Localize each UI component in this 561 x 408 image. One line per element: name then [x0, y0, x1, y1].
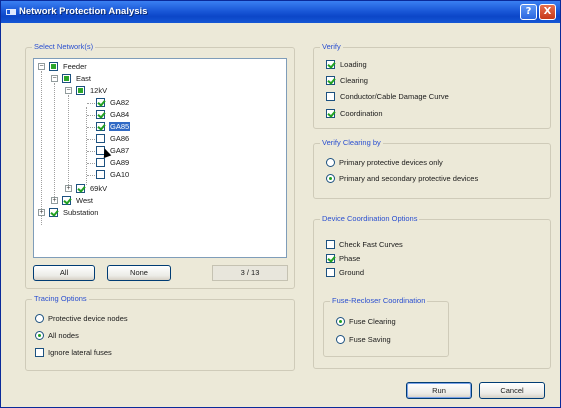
all-nodes-label: All nodes	[48, 331, 79, 340]
expand-icon[interactable]: +	[38, 209, 45, 216]
ga84-checkbox[interactable]	[96, 110, 105, 119]
help-button[interactable]: ?	[520, 4, 537, 20]
tree-leaf-ga87[interactable]: GA87	[34, 145, 134, 156]
tree-node-69kv[interactable]: + 69kV	[34, 183, 124, 194]
ga89-label: GA89	[110, 158, 130, 167]
fuse-recloser-legend: Fuse-Recloser Coordination	[330, 296, 428, 305]
ground-label: Ground	[339, 268, 365, 277]
check-fast-label: Check Fast Curves	[339, 240, 403, 249]
phase-checkbox[interactable]	[326, 254, 335, 263]
tree-leaf-ga82[interactable]: GA82	[34, 97, 134, 108]
fuse-recloser-group: Fuse-Recloser Coordination	[323, 296, 449, 357]
verify-clearing-group: Verify Clearing by	[313, 138, 551, 199]
ga10-checkbox[interactable]	[96, 170, 105, 179]
fuse-clearing-label: Fuse Clearing	[349, 317, 396, 326]
ga85-label: GA85	[109, 122, 131, 131]
ga86-label: GA86	[110, 134, 130, 143]
east-checkbox[interactable]	[62, 74, 71, 83]
ga82-checkbox[interactable]	[96, 98, 105, 107]
east-label: East	[76, 74, 92, 83]
clearing-label: Clearing	[340, 76, 368, 85]
network-tree[interactable]: − Feeder − East − 12kV GA82 GA84 GA85 GA…	[33, 58, 287, 258]
tree-node-substation[interactable]: + Substation	[34, 207, 124, 218]
ignore-lateral-checkbox[interactable]	[35, 348, 44, 357]
tree-node-feeder[interactable]: − Feeder	[34, 61, 114, 72]
all-button[interactable]: All	[33, 265, 95, 281]
tree-leaf-ga89[interactable]: GA89	[34, 157, 134, 168]
ga85-checkbox[interactable]	[96, 122, 105, 131]
expand-icon[interactable]: +	[51, 197, 58, 204]
coordination-label: Coordination	[340, 109, 383, 118]
ground-checkbox[interactable]	[326, 268, 335, 277]
phase-label: Phase	[339, 254, 361, 263]
kv69-checkbox[interactable]	[76, 184, 85, 193]
west-checkbox[interactable]	[62, 196, 71, 205]
collapse-icon[interactable]: −	[38, 63, 45, 70]
expand-icon[interactable]: +	[65, 185, 72, 192]
west-label: West	[76, 196, 93, 205]
ga10-label: GA10	[110, 170, 130, 179]
tree-node-east[interactable]: − East	[34, 73, 114, 84]
ga84-label: GA84	[110, 110, 130, 119]
ga86-checkbox[interactable]	[96, 134, 105, 143]
run-button[interactable]: Run	[406, 382, 472, 399]
all-nodes-radio[interactable]	[35, 331, 44, 340]
ga89-checkbox[interactable]	[96, 158, 105, 167]
coordination-checkbox[interactable]	[326, 109, 335, 118]
feeder-label: Feeder	[63, 62, 87, 71]
ga82-label: GA82	[110, 98, 130, 107]
verify-clearing-legend: Verify Clearing by	[320, 138, 383, 147]
protective-nodes-label: Protective device nodes	[48, 314, 128, 323]
device-coordination-legend: Device Coordination Options	[320, 214, 420, 223]
title-bar[interactable]: Network Protection Analysis ? X	[1, 1, 560, 23]
ga87-label: GA87	[110, 146, 130, 155]
clearing-checkbox[interactable]	[326, 76, 335, 85]
protective-nodes-radio[interactable]	[35, 314, 44, 323]
tree-leaf-ga86[interactable]: GA86	[34, 133, 134, 144]
loading-checkbox[interactable]	[326, 60, 335, 69]
cancel-button[interactable]: Cancel	[479, 382, 545, 399]
kv12-checkbox[interactable]	[76, 86, 85, 95]
loading-label: Loading	[340, 60, 367, 69]
substation-label: Substation	[63, 208, 99, 217]
tree-leaf-ga10[interactable]: GA10	[34, 169, 134, 180]
tree-leaf-ga85[interactable]: GA85	[34, 121, 134, 132]
window-title: Network Protection Analysis	[19, 6, 148, 17]
check-fast-checkbox[interactable]	[326, 240, 335, 249]
tree-node-12kv[interactable]: − 12kV	[34, 85, 124, 96]
collapse-icon[interactable]: −	[65, 87, 72, 94]
collapse-icon[interactable]: −	[51, 75, 58, 82]
selection-count: 3 / 13	[212, 265, 288, 281]
dialog-window: Network Protection Analysis ? X Select N…	[0, 0, 561, 408]
ignore-lateral-label: Ignore lateral fuses	[48, 348, 112, 357]
fuse-saving-radio[interactable]	[336, 335, 345, 344]
feeder-checkbox[interactable]	[49, 62, 58, 71]
damage-curve-label: Conductor/Cable Damage Curve	[340, 92, 449, 101]
kv12-label: 12kV	[90, 86, 108, 95]
app-logo-icon	[6, 9, 16, 15]
primary-only-label: Primary protective devices only	[339, 158, 443, 167]
primary-only-radio[interactable]	[326, 158, 335, 167]
primary-secondary-radio[interactable]	[326, 174, 335, 183]
close-button[interactable]: X	[539, 4, 556, 20]
substation-checkbox[interactable]	[49, 208, 58, 217]
fuse-clearing-radio[interactable]	[336, 317, 345, 326]
tree-node-west[interactable]: + West	[34, 195, 114, 206]
primary-secondary-label: Primary and secondary protective devices	[339, 174, 479, 183]
tree-leaf-ga84[interactable]: GA84	[34, 109, 134, 120]
none-button[interactable]: None	[107, 265, 171, 281]
kv69-label: 69kV	[90, 184, 108, 193]
verify-legend: Verify	[320, 42, 343, 51]
damage-curve-checkbox[interactable]	[326, 92, 335, 101]
tracing-options-legend: Tracing Options	[32, 294, 89, 303]
fuse-saving-label: Fuse Saving	[349, 335, 391, 344]
select-network-legend: Select Network(s)	[32, 42, 96, 51]
